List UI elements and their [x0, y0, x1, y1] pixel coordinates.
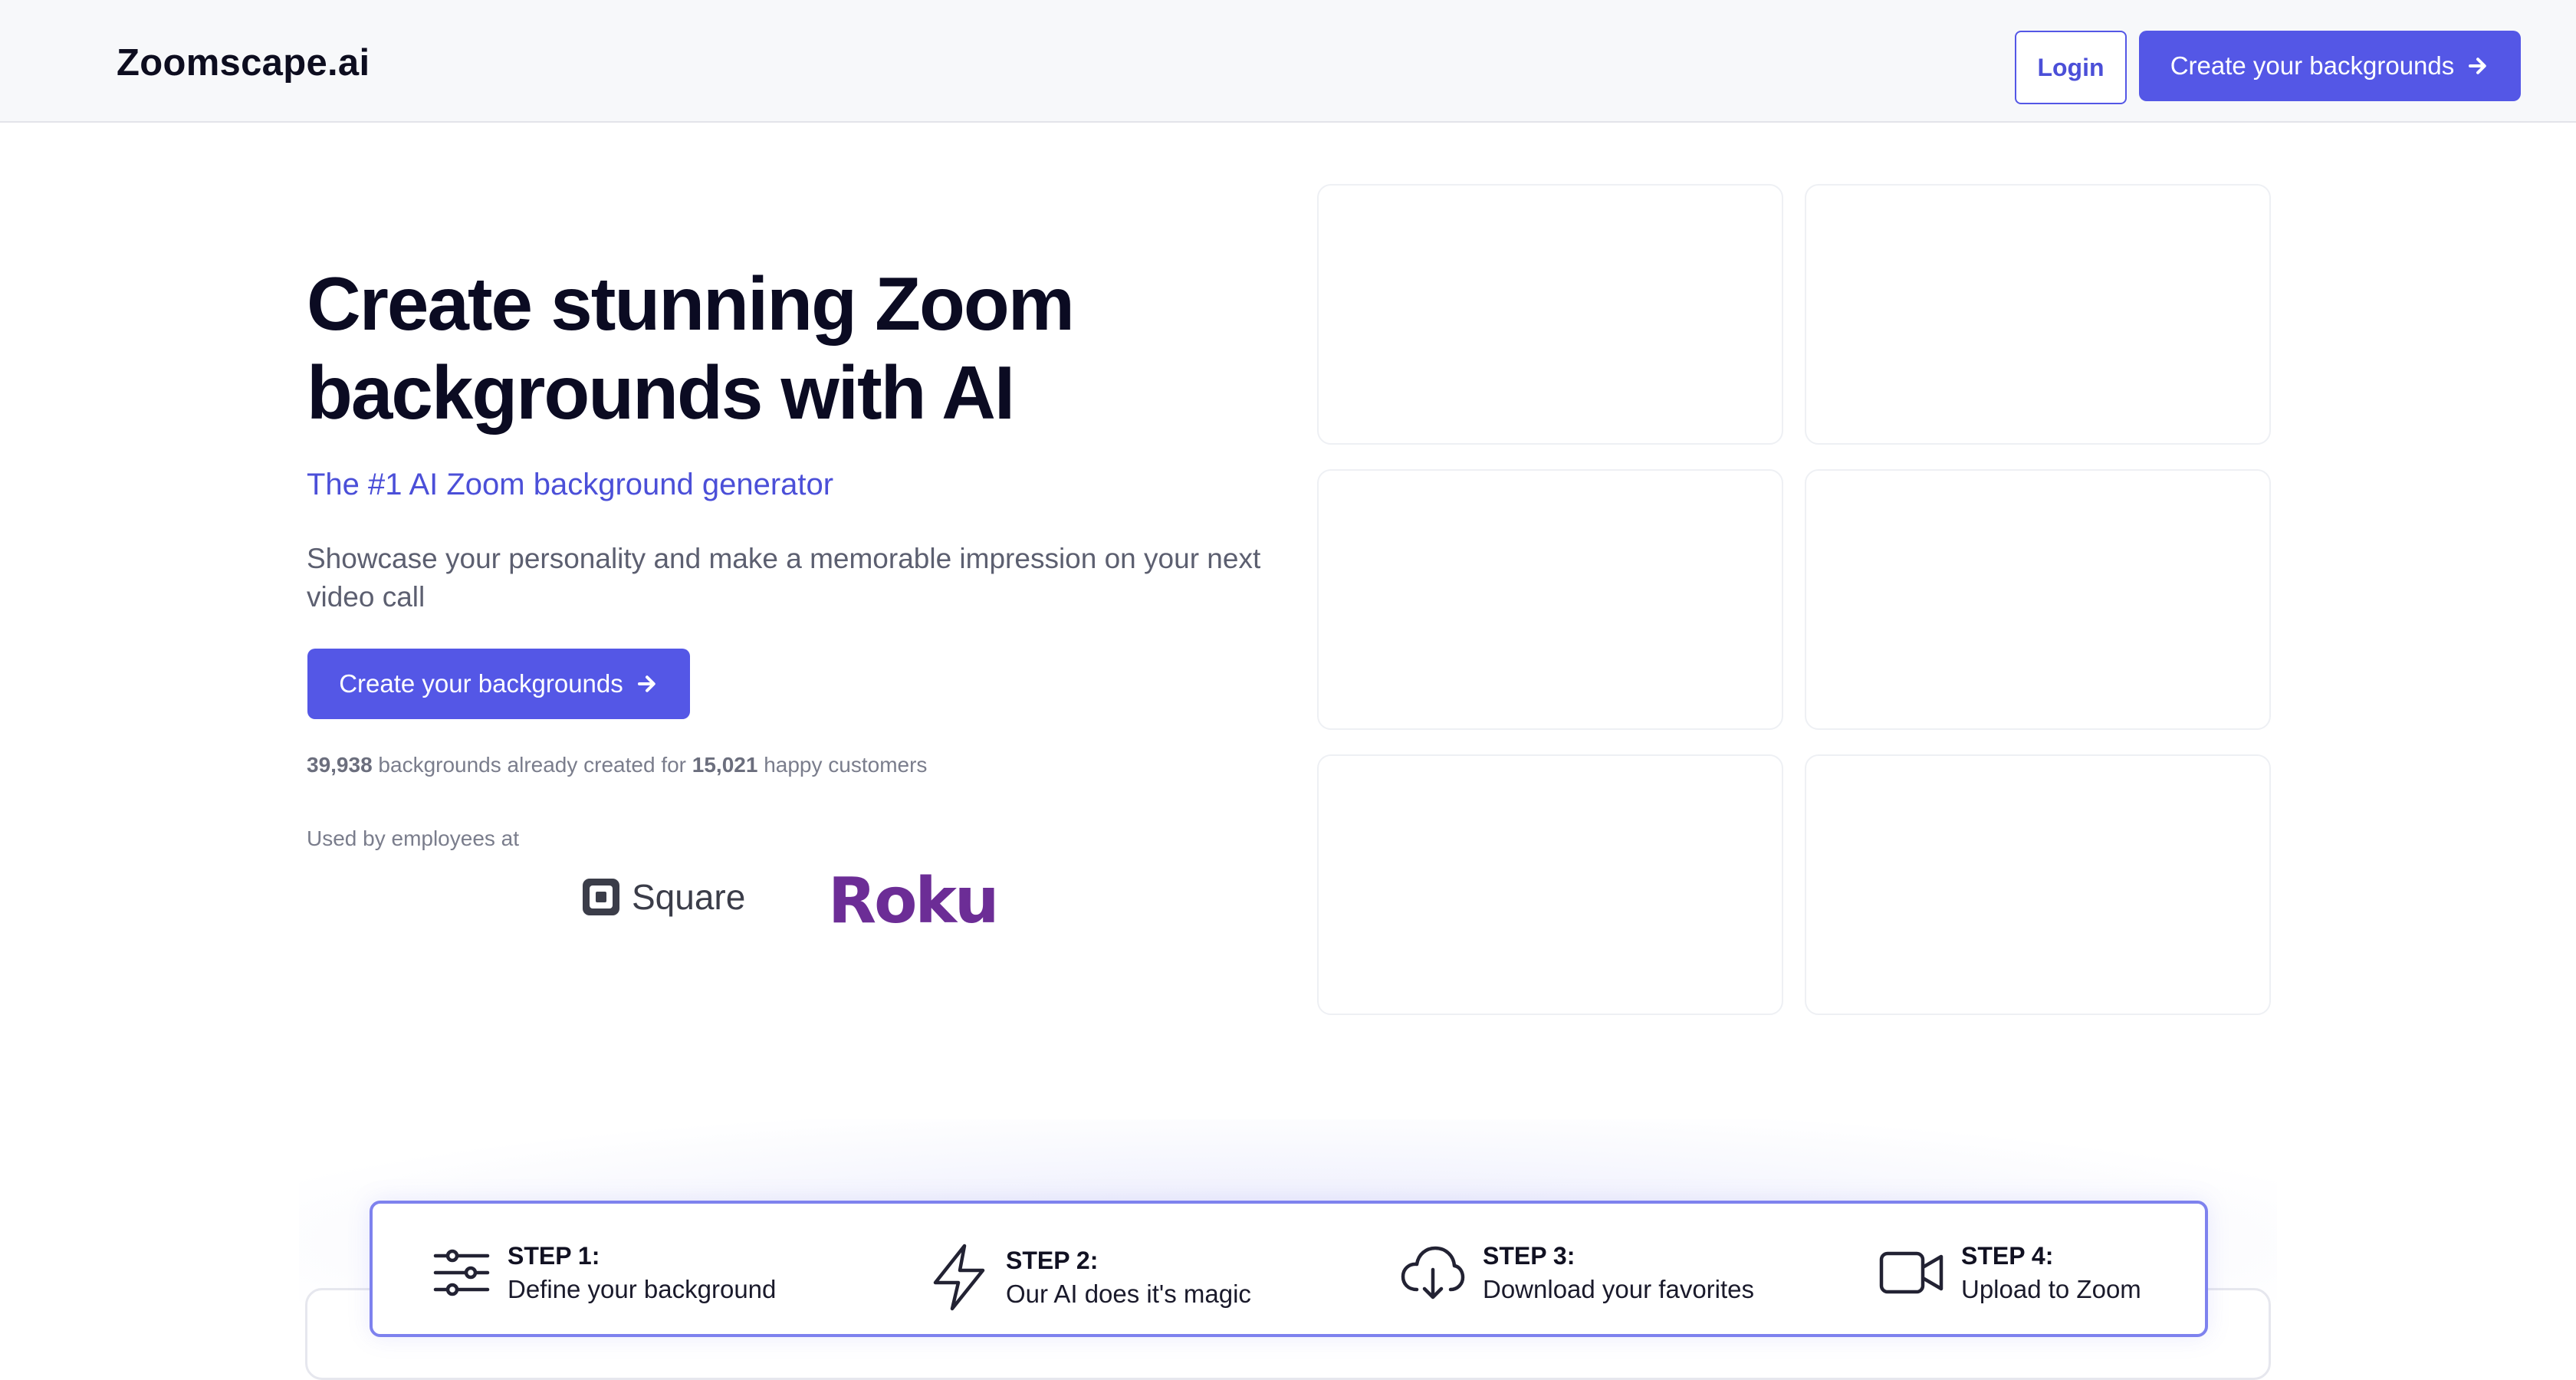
step-1: STEP 1: Define your background: [432, 1234, 776, 1311]
step-1-label: STEP 1:: [508, 1241, 600, 1270]
usage-stats: 39,938 backgrounds already created for 1…: [307, 753, 927, 777]
background-preview-tile[interactable]: [1805, 184, 2271, 445]
video-camera-icon: [1879, 1251, 1944, 1294]
step-1-description: Define your background: [508, 1274, 777, 1303]
used-by-label: Used by employees at: [307, 826, 520, 850]
hero-description: Showcase your personality and make a mem…: [307, 543, 1261, 613]
login-button[interactable]: Login: [2015, 31, 2127, 104]
step-2: STEP 2: Our AI does it's magic: [929, 1239, 1251, 1316]
hero-title-line-1: Create stunning Zoom: [307, 261, 1075, 346]
step-2-description: Our AI does it's magic: [1006, 1279, 1251, 1308]
hero-title: Create stunning Zoom backgrounds with AI: [307, 259, 1303, 437]
header-create-backgrounds-button[interactable]: Create your backgrounds: [2139, 31, 2521, 101]
backgrounds-count: 39,938: [307, 753, 373, 777]
customers-count: 15,021: [692, 753, 758, 777]
hero-create-backgrounds-button[interactable]: Create your backgrounds: [307, 649, 690, 719]
stats-middle-text: backgrounds already created for: [378, 753, 686, 777]
cloud-download-icon: [1401, 1246, 1465, 1300]
hero-title-line-2: backgrounds with AI: [307, 350, 1015, 435]
background-preview-tile[interactable]: [1317, 469, 1783, 730]
stats-end-text: happy customers: [764, 753, 928, 777]
brand-logo[interactable]: Zoomscape.ai: [117, 41, 370, 84]
background-preview-tile[interactable]: [1317, 184, 1783, 445]
header-cta-label: Create your backgrounds: [2170, 51, 2455, 80]
square-logo-icon: [583, 879, 619, 915]
step-2-label: STEP 2:: [1006, 1246, 1099, 1274]
step-4-label: STEP 4:: [1961, 1241, 2054, 1270]
step-3-label: STEP 3:: [1483, 1241, 1576, 1270]
step-4-description: Upload to Zoom: [1961, 1274, 2141, 1303]
square-logo-text: Square: [632, 877, 746, 917]
roku-logo: Roku: [828, 865, 999, 938]
step-4: STEP 4: Upload to Zoom: [1878, 1234, 2141, 1311]
arrow-right-icon: [637, 675, 656, 692]
arrow-right-icon: [2469, 58, 2487, 74]
step-3-description: Download your favorites: [1483, 1274, 1755, 1303]
square-logo: Square: [581, 874, 745, 920]
step-3: STEP 3: Download your favorites: [1400, 1234, 1754, 1311]
hero-subtitle: The #1 AI Zoom background generator: [307, 468, 834, 501]
background-preview-tile[interactable]: [1317, 754, 1783, 1015]
background-preview-tile[interactable]: [1805, 754, 2271, 1015]
sliders-icon: [433, 1249, 490, 1296]
background-preview-tile[interactable]: [1805, 469, 2271, 730]
lightning-icon: [933, 1244, 985, 1311]
hero-cta-label: Create your backgrounds: [339, 669, 623, 698]
top-navbar: Zoomscape.ai Login Create your backgroun…: [0, 0, 2576, 123]
